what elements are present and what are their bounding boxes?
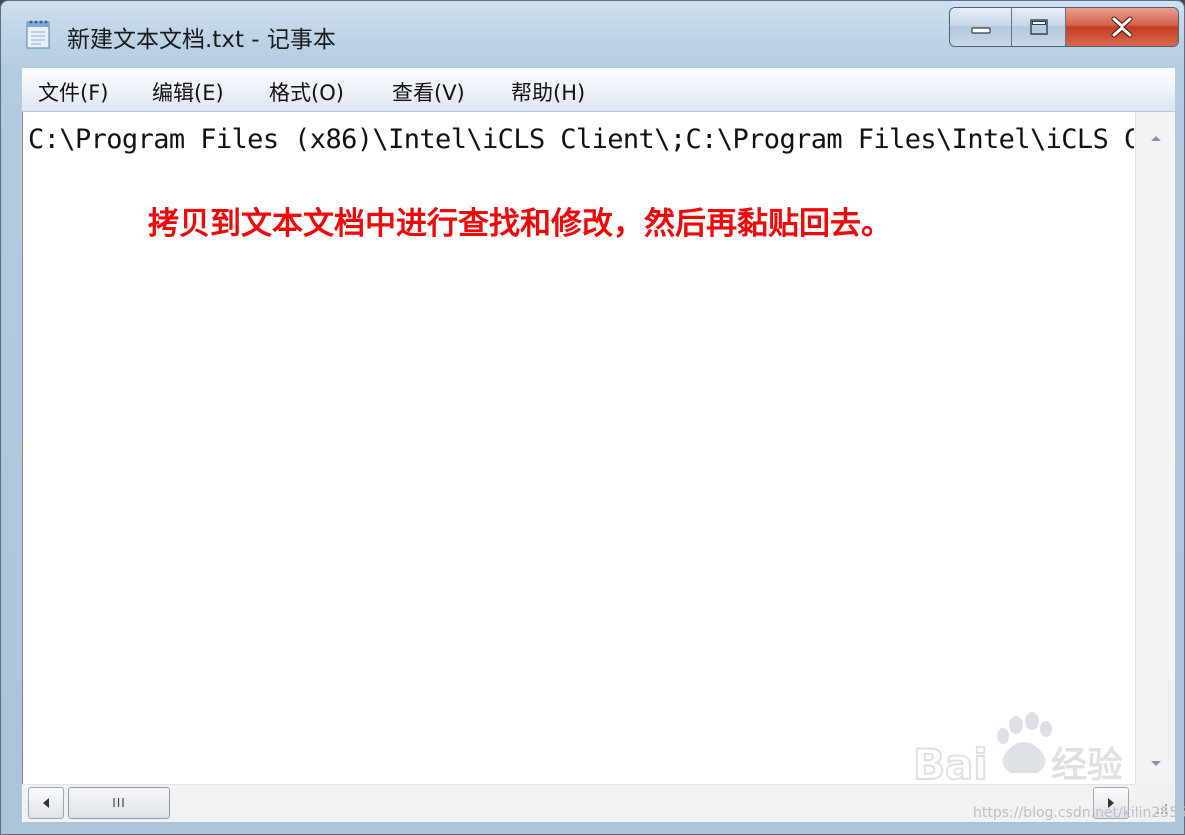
editor-text-line[interactable]: C:\Program Files (x86)\Intel\iCLS Client…	[28, 124, 1134, 155]
minimize-icon	[970, 27, 991, 34]
close-button[interactable]	[1066, 8, 1178, 46]
watermark-url: https://blog.csdn.net/kilin2555	[973, 805, 1185, 821]
caption-buttons	[949, 7, 1179, 47]
menu-format[interactable]: 格式(O)	[269, 77, 344, 107]
scroll-left-button[interactable]	[28, 787, 64, 819]
maximize-icon	[1029, 19, 1048, 35]
arrow-left-icon	[43, 798, 49, 808]
instruction-annotation: 拷贝到文本文档中进行查找和修改，然后再黏贴回去。	[148, 206, 892, 242]
notepad-window: 新建文本文档.txt - 记事本 文件(F) 编辑(E) 格式(O) 查看(V)…	[0, 0, 1185, 835]
menu-bar: 文件(F) 编辑(E) 格式(O) 查看(V) 帮助(H)	[22, 68, 1175, 112]
close-icon	[1111, 16, 1133, 38]
minimize-button[interactable]	[950, 8, 1012, 46]
menu-help[interactable]: 帮助(H)	[511, 77, 585, 107]
arrow-up-icon	[1151, 136, 1161, 141]
notepad-icon	[25, 19, 51, 49]
window-title: 新建文本文档.txt - 记事本	[67, 27, 336, 53]
svg-text:经验: 经验	[1051, 745, 1123, 786]
maximize-button[interactable]	[1012, 8, 1066, 46]
menu-edit[interactable]: 编辑(E)	[152, 77, 224, 107]
menu-view[interactable]: 查看(V)	[392, 77, 465, 107]
scroll-up-button[interactable]	[1136, 118, 1176, 158]
scroll-thumb[interactable]: III	[68, 787, 170, 819]
text-editor[interactable]: C:\Program Files (x86)\Intel\iCLS Client…	[22, 112, 1136, 784]
menu-file[interactable]: 文件(F)	[38, 77, 108, 107]
title-bar[interactable]: 新建文本文档.txt - 记事本	[1, 1, 1184, 67]
thumb-grip: III	[112, 796, 126, 810]
svg-text:Bai: Bai	[913, 740, 988, 789]
vertical-scrollbar[interactable]	[1135, 112, 1175, 784]
